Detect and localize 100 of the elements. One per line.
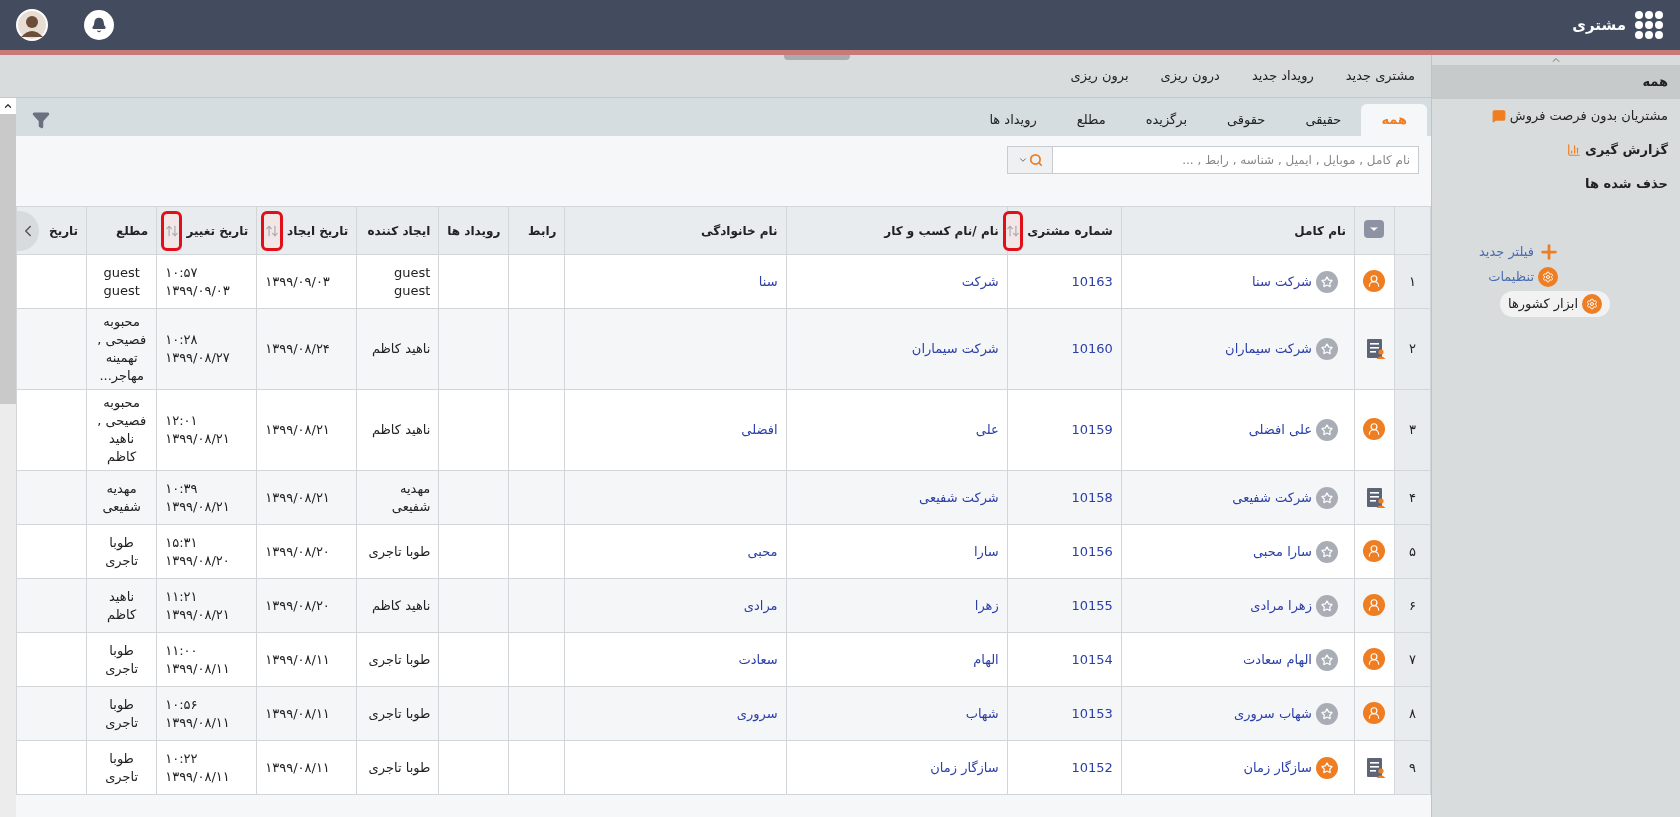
avatar[interactable] (16, 9, 48, 41)
family-name-link[interactable]: سعادت (738, 651, 778, 667)
customer-name-link[interactable]: شرکت سنا (1252, 271, 1312, 292)
sidebar-item[interactable]: مشتریان بدون فرصت فروش (1432, 99, 1680, 133)
customer-number-link[interactable]: 10156 (1071, 543, 1113, 559)
document-person-icon (1366, 486, 1386, 509)
toolbar-link[interactable]: مشتری جدید (1341, 66, 1419, 86)
tool-button[interactable]: ابزار کشورها (1499, 291, 1610, 317)
family-name-link[interactable]: سروری (736, 705, 778, 721)
bell-button[interactable] (84, 10, 114, 40)
tab[interactable]: برگزیده (1125, 104, 1208, 136)
family-name-link[interactable]: سنا (758, 273, 778, 289)
business-name-link[interactable]: شهاب (965, 705, 999, 721)
search-field[interactable]: نام کامل , موبایل , ایمیل , شناسه , رابط , ... (1052, 146, 1419, 174)
customer-number-link[interactable]: 10154 (1071, 651, 1113, 667)
grid-icon[interactable] (1634, 10, 1664, 40)
filter-icon[interactable] (32, 111, 50, 129)
business-name-link[interactable]: شرکت سیماران (911, 341, 999, 357)
creator-text: ناهید کاظم (371, 422, 431, 437)
scroll-left-button[interactable] (17, 210, 39, 251)
creator-text: ناهید کاظم (371, 341, 431, 356)
family-name-link[interactable]: مرادی (743, 597, 778, 613)
sidebar-item[interactable]: گزارش گیری (1432, 133, 1680, 167)
sidebar-item[interactable]: همه (1432, 65, 1680, 99)
tab[interactable]: حقوقی (1207, 104, 1286, 136)
sidebar-link[interactable]: تنظیمات (1488, 267, 1534, 287)
sort-icon[interactable] (161, 210, 183, 251)
customer-name-link[interactable]: شرکت سیماران (1225, 339, 1312, 359)
customer-name-link[interactable]: زهرا مرادی (1250, 595, 1312, 616)
drag-handle[interactable] (784, 55, 850, 60)
customer-number-link[interactable]: 10153 (1071, 705, 1113, 721)
business-name-link[interactable]: سارا (974, 543, 999, 559)
changed-time: ۱۰:۲۸ (165, 331, 198, 349)
creator-text: طوبا تاجری (368, 651, 431, 667)
changed-time: ۱۰:۵۷ (165, 263, 198, 282)
person-icon (1363, 647, 1386, 670)
customer-number-link[interactable]: 10152 (1071, 759, 1113, 775)
customer-number-link[interactable]: 10160 (1071, 341, 1113, 357)
business-name-link[interactable]: زهرا (974, 597, 999, 613)
column-header[interactable]: تاریخ (49, 221, 79, 240)
customer-number-link[interactable]: 10163 (1071, 273, 1113, 289)
created-date: ۱۳۹۹/۰۸/۲۴ (265, 341, 330, 357)
business-name-link[interactable]: الهام (973, 651, 999, 667)
row-number: ۱ (1409, 273, 1416, 289)
business-name-link[interactable]: شرکت (961, 273, 999, 289)
changed-date: ۱۳۹۹/۰۸/۱۱ (165, 659, 230, 678)
bell-icon (91, 17, 107, 33)
customer-number-link[interactable]: 10159 (1071, 422, 1113, 438)
changed-time: ۱۱:۰۰ (165, 641, 198, 660)
changed-date: ۱۳۹۹/۰۸/۲۱ (165, 497, 230, 516)
related-person-text: ناهید کاظم (107, 588, 137, 622)
business-name-link[interactable]: سازگار زمان (930, 759, 999, 775)
customer-name-link[interactable]: شرکت شفیعی (1232, 487, 1312, 508)
created-date: ۱۳۹۹/۰۸/۲۰ (265, 597, 330, 613)
column-header[interactable]: نام خانوادگی (701, 221, 778, 240)
sidebar-link[interactable]: فیلتر جدید (1479, 242, 1534, 262)
scrollbar[interactable] (0, 98, 16, 817)
family-name-link[interactable]: افضلی (741, 422, 778, 438)
tab[interactable]: رویداد ها (969, 104, 1057, 136)
created-date: ۱۳۹۹/۰۸/۱۱ (265, 705, 330, 721)
customer-name-link[interactable]: سازگار زمان (1243, 757, 1312, 778)
row-number: ۵ (1409, 543, 1416, 559)
search-icon (1028, 153, 1043, 167)
plus-icon (1538, 241, 1560, 263)
column-header[interactable]: نام کامل (1294, 221, 1346, 240)
chevron-up-icon[interactable] (3, 101, 13, 111)
creator-text: مهدیه شفیعی (391, 480, 431, 514)
column-menu-button[interactable] (1364, 220, 1385, 239)
customer-name-link[interactable]: سارا محبی (1252, 541, 1312, 562)
tab[interactable]: مطلع (1056, 104, 1126, 136)
created-date: ۱۳۹۹/۰۸/۱۱ (265, 759, 330, 775)
customer-name-link[interactable]: علی افضلی (1248, 420, 1312, 440)
row-number: ۷ (1409, 651, 1416, 667)
changed-date: ۱۳۹۹/۰۸/۲۰ (165, 551, 230, 570)
changed-time: ۱۵:۳۱ (165, 533, 198, 552)
business-name-link[interactable]: شرکت شفیعی (919, 489, 999, 505)
customer-name-link[interactable]: الهام سعادت (1243, 649, 1312, 670)
toolbar-link[interactable]: درون ریزی (1156, 66, 1224, 86)
customer-number-link[interactable]: 10158 (1071, 489, 1113, 505)
created-date: ۱۳۹۹/۰۸/۲۱ (265, 489, 330, 505)
related-person-text: طوبا تاجری (105, 642, 139, 676)
created-date: ۱۳۹۹/۰۹/۰۳ (265, 273, 330, 289)
app-title: مشتری (1572, 14, 1626, 36)
customer-number-link[interactable]: 10155 (1071, 597, 1113, 613)
toolbar-link[interactable]: رویداد جدید (1247, 66, 1318, 86)
changed-date: ۱۳۹۹/۰۹/۰۳ (165, 281, 230, 300)
sort-icon[interactable] (261, 210, 284, 251)
business-name-link[interactable]: علی (975, 422, 999, 438)
row-number: ۸ (1409, 705, 1416, 721)
column-header[interactable]: رابط (528, 221, 557, 240)
bar-chart-icon (1567, 143, 1582, 157)
column-header[interactable]: مطلع (115, 221, 149, 240)
family-name-link[interactable]: محبی (747, 543, 778, 559)
sidebar-item[interactable]: حذف شده ها (1432, 167, 1680, 201)
search-button[interactable] (1007, 146, 1052, 174)
tab[interactable]: حقیقی (1285, 104, 1362, 136)
toolbar-link[interactable]: برون ریزی (1066, 66, 1133, 86)
customer-name-link[interactable]: شهاب سروری (1233, 703, 1312, 724)
changed-date: ۱۳۹۹/۰۸/۲۱ (165, 605, 230, 624)
sort-icon[interactable] (1003, 210, 1024, 251)
